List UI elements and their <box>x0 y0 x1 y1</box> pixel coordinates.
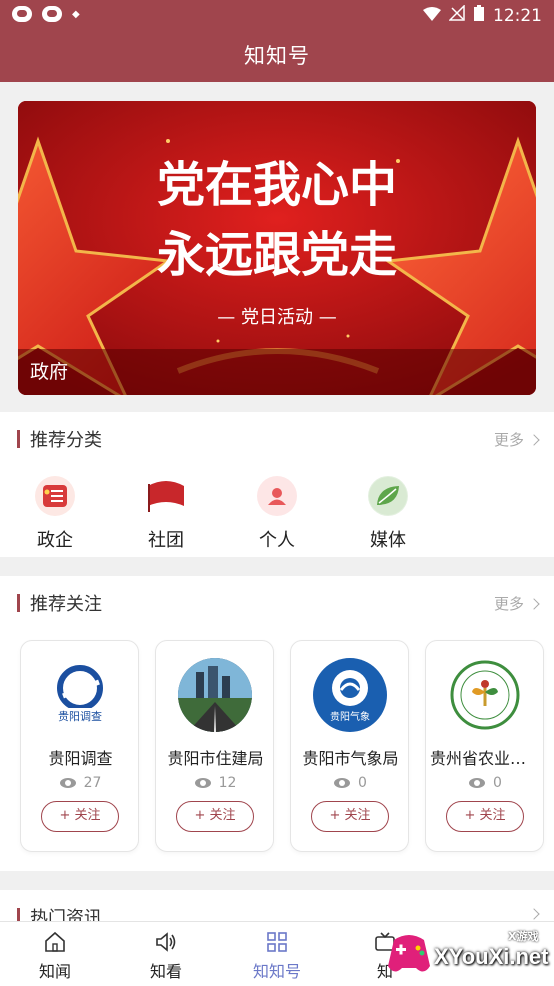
follow-button[interactable]: + 关注 <box>446 801 524 832</box>
categories-more-link[interactable]: 更多 <box>493 429 540 450</box>
eye-icon <box>194 778 211 788</box>
recommended-follow-section: 推荐关注 更多 贵阳调查 贵阳调查 27 + 关注 贵阳市住建局 12 + 关注… <box>0 576 554 871</box>
view-count: 27 <box>21 775 140 791</box>
account-name: 贵阳市气象局 <box>302 749 399 768</box>
follow-button[interactable]: + 关注 <box>41 801 119 832</box>
category-label: 社团 <box>148 530 184 551</box>
account-logo <box>178 658 252 732</box>
view-count: 12 <box>156 775 275 791</box>
chevron-right-icon <box>528 433 540 446</box>
more-label: 更多 <box>493 431 524 449</box>
site-watermark: X游戏 XYouXi.net <box>384 922 554 984</box>
account-logo: 贵阳调查 <box>43 658 117 732</box>
wifi-icon <box>423 6 441 26</box>
section-title: 推荐分类 <box>30 430 102 451</box>
hot-news-more-link[interactable] <box>528 908 540 920</box>
person-icon <box>257 476 297 516</box>
nav-tab-zhiwen[interactable]: 知闻 <box>15 930 95 982</box>
signal-off-icon <box>448 4 465 26</box>
account-card[interactable]: 贵阳调查 贵阳调查 27 + 关注 <box>20 640 139 852</box>
account-name: 贵阳市住建局 <box>167 749 264 768</box>
home-icon <box>15 930 95 954</box>
banner-headline-2: 永远跟党走 <box>157 227 397 283</box>
notification-icon: ◆ <box>72 8 80 20</box>
recommended-categories-section: 推荐分类 更多 政企 社团 个人 媒体 <box>0 412 554 557</box>
eye-icon <box>334 778 351 788</box>
account-name: 贵州省农业农… <box>430 749 543 768</box>
banner-headline-1: 党在我心中 <box>157 157 397 213</box>
more-label: 更多 <box>493 595 524 613</box>
account-name: 贵阳调查 <box>48 749 113 768</box>
flag-icon <box>146 476 186 516</box>
follows-more-link[interactable]: 更多 <box>493 593 540 614</box>
watermark-text: XYouXi.net <box>434 944 549 969</box>
category-label: 媒体 <box>370 530 406 551</box>
speaker-icon <box>126 930 206 954</box>
section-marker <box>17 430 20 448</box>
category-label: 个人 <box>259 530 295 551</box>
svg-text:贵阳调查: 贵阳调查 <box>58 709 102 723</box>
app-header: ◆ 12:21 知知号 <box>0 0 554 82</box>
government-icon <box>35 476 75 516</box>
section-marker <box>17 594 20 612</box>
account-card[interactable]: 贵阳气象 贵阳市气象局 0 + 关注 <box>290 640 409 852</box>
category-label: 政企 <box>37 530 73 551</box>
banner-subline: — 党日活动 — <box>217 307 336 328</box>
notification-icon <box>42 6 62 22</box>
eye-icon <box>469 778 486 788</box>
watermark-sub: X游戏 <box>508 930 539 943</box>
battery-icon <box>473 4 485 27</box>
nav-tab-zhizhihao[interactable]: 知知号 <box>237 930 317 982</box>
banner-carousel[interactable]: 党在我心中 永远跟党走 — 党日活动 — 政府 <box>18 101 536 395</box>
account-card[interactable]: 贵州省农业农… 0 + 关注 <box>425 640 544 852</box>
clock: 12:21 <box>493 5 542 26</box>
account-logo <box>448 658 522 732</box>
nav-label: 知知号 <box>252 962 301 981</box>
section-title: 推荐关注 <box>30 594 102 615</box>
view-count: 0 <box>426 775 545 791</box>
follow-button[interactable]: + 关注 <box>311 801 389 832</box>
eye-icon <box>59 778 76 788</box>
nav-label: 知看 <box>149 962 182 981</box>
chevron-right-icon <box>528 597 540 610</box>
gamepad-logo-icon <box>388 935 430 972</box>
account-logo: 贵阳气象 <box>313 658 387 732</box>
follow-button[interactable]: + 关注 <box>176 801 254 832</box>
grid-icon <box>237 930 317 954</box>
leaf-icon <box>368 476 408 516</box>
notification-icon <box>12 6 32 22</box>
page-title: 知知号 <box>244 44 310 68</box>
chevron-right-icon <box>528 908 540 920</box>
svg-text:贵阳气象: 贵阳气象 <box>330 710 370 723</box>
category-item-personal[interactable]: 个人 <box>237 476 317 552</box>
status-bar: ◆ 12:21 <box>0 0 554 30</box>
nav-tab-zhikan[interactable]: 知看 <box>126 930 206 982</box>
view-count: 0 <box>291 775 410 791</box>
banner-caption: 政府 <box>18 349 536 395</box>
category-item-media[interactable]: 媒体 <box>348 476 428 552</box>
account-card[interactable]: 贵阳市住建局 12 + 关注 <box>155 640 274 852</box>
nav-label: 知闻 <box>38 962 71 981</box>
category-item-government[interactable]: 政企 <box>15 476 95 552</box>
category-item-community[interactable]: 社团 <box>126 476 206 552</box>
